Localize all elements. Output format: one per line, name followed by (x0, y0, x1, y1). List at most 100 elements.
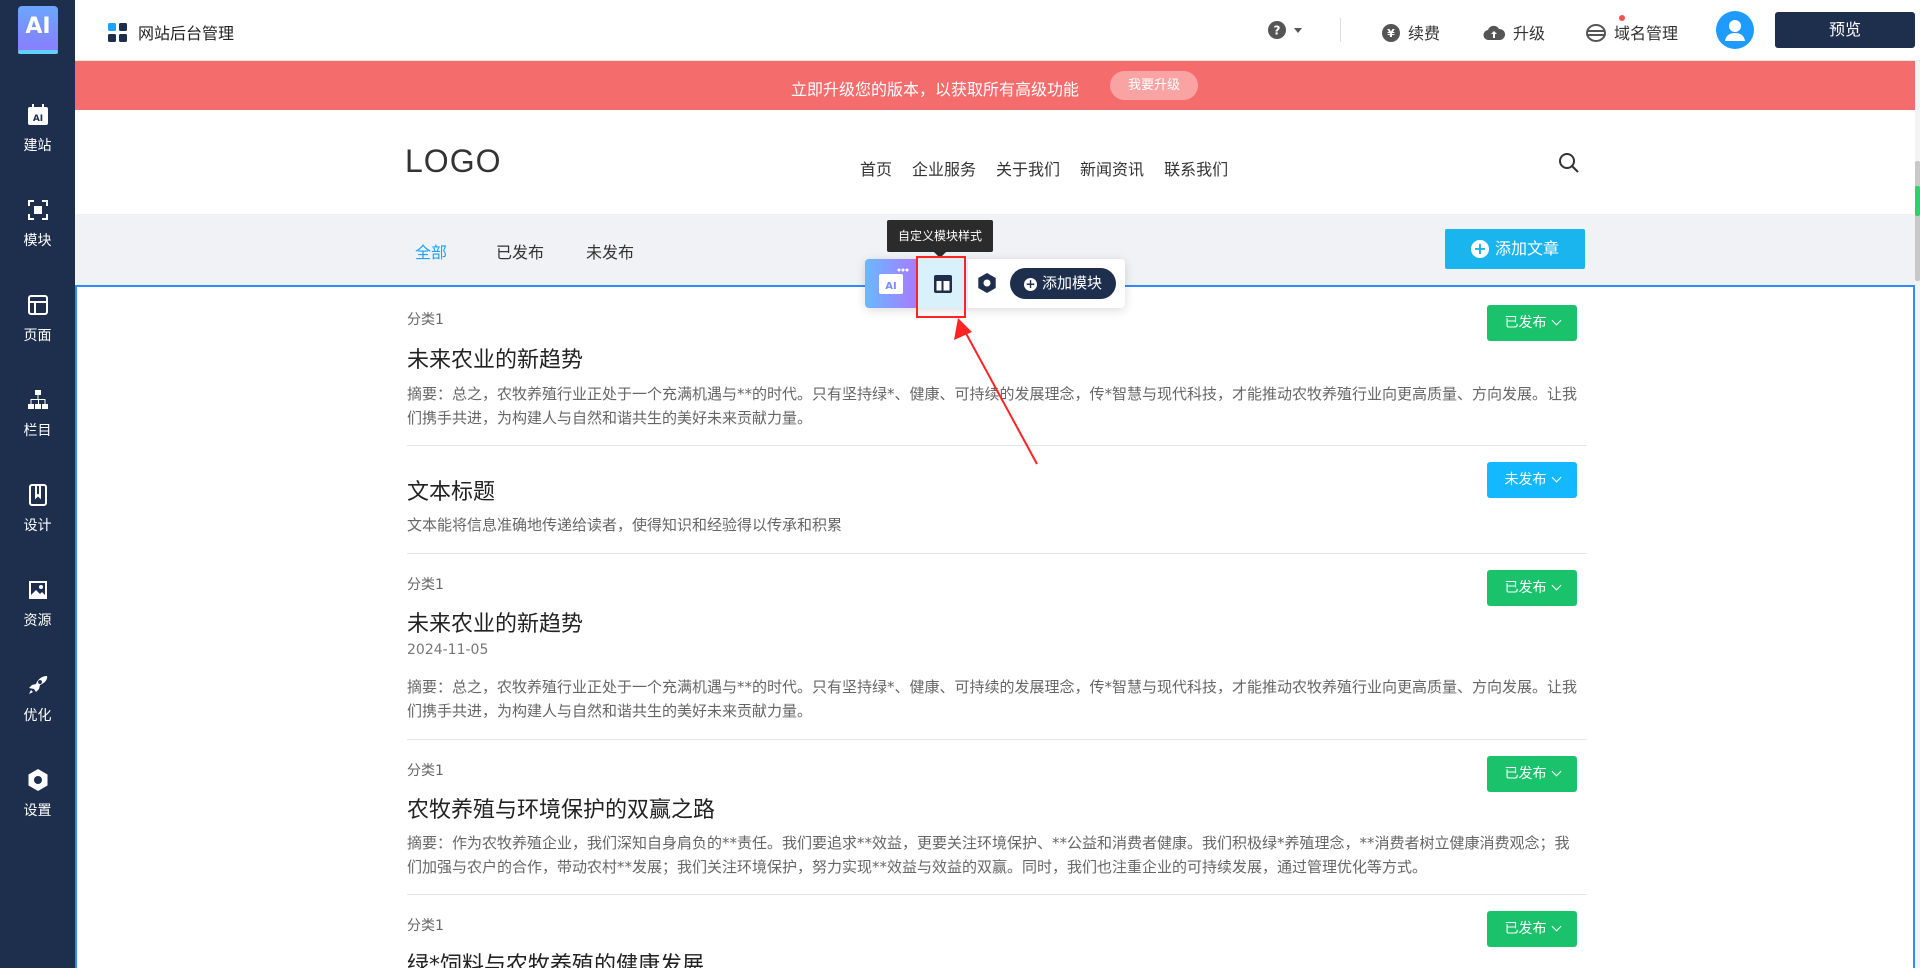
sidebar-item-module[interactable]: 模块 (0, 198, 75, 270)
app-logo[interactable]: AI (18, 6, 58, 54)
scrollbar-thumb[interactable] (1915, 161, 1920, 281)
search-icon[interactable] (1558, 152, 1580, 174)
status-dropdown[interactable]: 未发布 (1487, 462, 1577, 498)
upgrade-link[interactable]: 升级 (1483, 20, 1545, 44)
renew-link[interactable]: ¥ 续费 (1382, 20, 1440, 44)
status-dropdown[interactable]: 已发布 (1487, 305, 1577, 341)
rocket-icon (28, 676, 47, 694)
svg-text:¥: ¥ (1387, 27, 1395, 40)
add-module-button[interactable]: + 添加模块 (1010, 268, 1116, 299)
upgrade-banner: 立即升级您的版本，以获取所有高级功能 我要升级 (75, 61, 1915, 110)
list-item[interactable]: 分类1 未来农业的新趋势 2024-11-05 摘要：总之，农牧养殖行业正处于一… (407, 554, 1587, 740)
article-title[interactable]: 未来农业的新趋势 (407, 606, 583, 638)
tab-unpublished[interactable]: 未发布 (586, 239, 634, 263)
settings-icon[interactable] (975, 271, 999, 295)
page-scrollbar[interactable] (1915, 61, 1920, 968)
list-item[interactable]: 分类1 绿*饲料与农牧养殖的健康发展 已发布 (407, 895, 1587, 968)
sidebar-item-settings[interactable]: 设置 (0, 768, 75, 840)
left-sidebar: AI AI 建站 模块 页面 栏目 设计 资源 优化 设置 (0, 0, 75, 968)
gear-icon (28, 769, 47, 791)
add-article-button[interactable]: + 添加文章 (1445, 229, 1585, 269)
nav-contact[interactable]: 联系我们 (1164, 160, 1228, 179)
page-layout-icon (27, 295, 48, 315)
cloud-upload-icon (1483, 25, 1506, 41)
tab-published[interactable]: 已发布 (496, 239, 544, 263)
tooltip-custom-module-style: 自定义模块样式 (887, 220, 993, 258)
sidebar-item-label: 页面 (23, 328, 52, 344)
scroll-position-marker (1915, 186, 1920, 216)
topbar-divider (1340, 18, 1341, 42)
status-dropdown[interactable]: 已发布 (1487, 911, 1577, 947)
question-icon: ? (1268, 21, 1302, 39)
article-category: 分类1 (407, 312, 444, 328)
sidebar-item-label: 资源 (23, 613, 52, 629)
upgrade-now-button[interactable]: 我要升级 (1110, 71, 1198, 100)
ai-tv-icon: AI (879, 268, 909, 294)
top-bar: 网站后台管理 ? ¥ 续费 升级 域名管理 预览 (75, 0, 1920, 61)
chevron-down-icon (1551, 766, 1561, 777)
chevron-down-icon (1551, 580, 1561, 591)
article-title[interactable]: 未来农业的新趋势 (407, 342, 583, 374)
sidebar-item-label: 优化 (23, 708, 52, 724)
chevron-down-icon (1551, 921, 1561, 932)
sidebar-item-build[interactable]: AI 建站 (0, 103, 75, 175)
article-summary: 文本能将信息准确地传递给读者，使得知识和经验得以传承和积累 (407, 516, 843, 534)
user-icon (1725, 20, 1745, 41)
yen-coin-icon: ¥ (1382, 24, 1400, 42)
sidebar-item-optimize[interactable]: 优化 (0, 673, 75, 745)
brand-title: 网站后台管理 (138, 24, 235, 43)
preview-button[interactable]: 预览 (1775, 12, 1915, 48)
article-summary: 摘要：总之，农牧养殖行业正处于一个充满机遇与**的时代。只有坚持绿*、健康、可持… (407, 678, 1578, 720)
sidebar-item-design[interactable]: 设计 (0, 483, 75, 555)
status-dropdown[interactable]: 已发布 (1487, 756, 1577, 792)
sidebar-item-label: 设计 (23, 518, 52, 534)
svg-text:?: ? (1274, 24, 1281, 38)
article-category: 分类1 (407, 763, 444, 779)
nav-about[interactable]: 关于我们 (996, 160, 1060, 179)
image-resource-icon (28, 581, 47, 599)
sidebar-item-page[interactable]: 页面 (0, 293, 75, 365)
sidebar-item-label: 模块 (23, 233, 52, 249)
site-logo[interactable]: LOGO (405, 143, 501, 180)
svg-text:AI: AI (885, 281, 896, 292)
sidebar-item-resource[interactable]: 资源 (0, 578, 75, 650)
domain-management-link[interactable]: 域名管理 (1586, 20, 1678, 44)
article-category: 分类1 (407, 577, 444, 593)
highlight-box (916, 256, 966, 318)
article-category: 分类1 (407, 918, 444, 934)
svg-text:AI: AI (32, 114, 42, 124)
sidebar-item-label: 栏目 (23, 423, 52, 439)
article-title[interactable]: 绿*饲料与农牧养殖的健康发展 (407, 947, 704, 968)
plus-circle-icon: + (1470, 240, 1489, 258)
status-dropdown[interactable]: 已发布 (1487, 570, 1577, 606)
module-toolbar: AI + 添加模块 (865, 259, 1125, 308)
nav-home[interactable]: 首页 (860, 160, 892, 179)
banner-text: 立即升级您的版本，以获取所有高级功能 (791, 80, 1080, 99)
dashboard-grid-icon (108, 23, 127, 42)
site-header: LOGO 首页 企业服务 关于我们 新闻资讯 联系我们 (75, 110, 1915, 214)
chevron-down-icon (1551, 472, 1561, 483)
chevron-down-icon (1551, 315, 1561, 326)
nav-services[interactable]: 企业服务 (912, 160, 976, 179)
article-title[interactable]: 文本标题 (407, 474, 495, 506)
article-date: 2024-11-05 (407, 642, 489, 658)
article-title[interactable]: 农牧养殖与环境保护的双赢之路 (407, 792, 715, 824)
ai-calendar-icon: AI (27, 104, 48, 125)
module-frame-icon (27, 200, 48, 220)
help-dropdown[interactable]: ? (1268, 20, 1304, 44)
sidebar-item-label: 设置 (23, 803, 52, 819)
plus-circle-icon: + (1023, 277, 1037, 291)
tab-all[interactable]: 全部 (415, 239, 447, 263)
ai-module-button[interactable]: AI (865, 259, 917, 308)
annotation-arrow (954, 318, 1038, 465)
sidebar-item-column[interactable]: 栏目 (0, 388, 75, 460)
nav-news[interactable]: 新闻资讯 (1080, 160, 1144, 179)
domain-globe-icon (1586, 24, 1606, 42)
list-item[interactable]: 分类1 农牧养殖与环境保护的双赢之路 摘要：作为农牧养殖企业，我们深知自身肩负的… (407, 740, 1587, 895)
brand: 网站后台管理 (108, 20, 234, 44)
site-nav: 首页 企业服务 关于我们 新闻资讯 联系我们 (860, 156, 1248, 180)
sitemap-icon (27, 390, 48, 409)
avatar[interactable] (1716, 11, 1754, 49)
article-summary: 摘要：作为农牧养殖企业，我们深知自身肩负的**责任。我们要追求**效益，更要关注… (407, 834, 1570, 876)
design-book-icon (28, 484, 47, 506)
